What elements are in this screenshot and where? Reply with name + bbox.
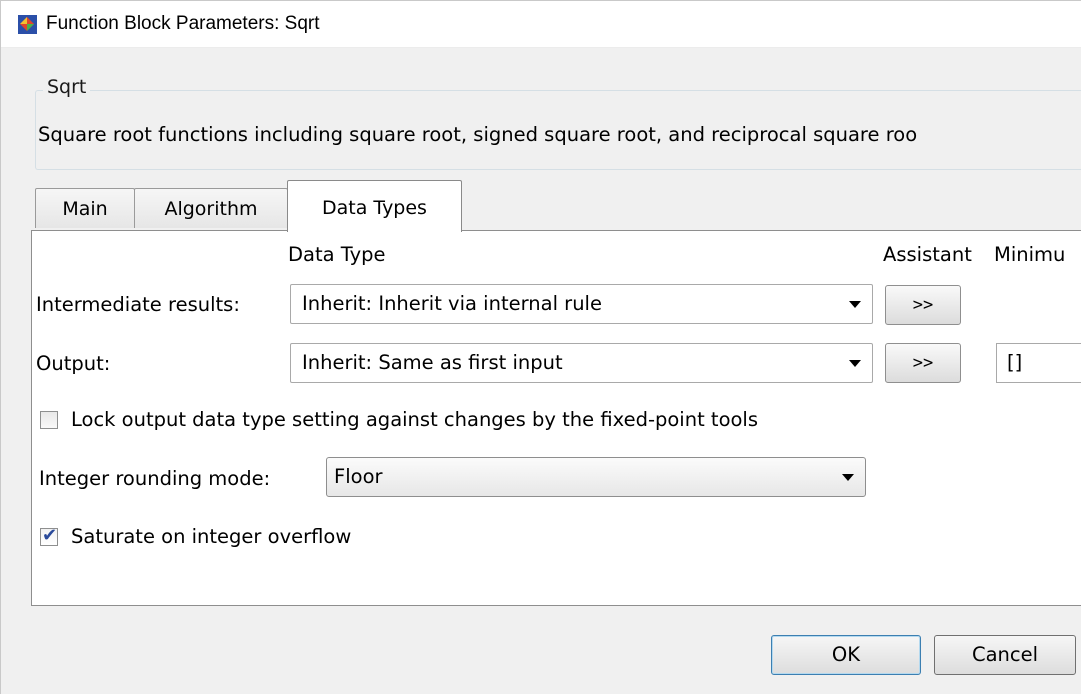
dropdown-arrow-icon [849,301,861,308]
column-header-minimum: Minimu [994,243,1066,266]
tab-data-types[interactable]: Data Types [287,180,462,232]
output-minimum-input[interactable]: [] [996,343,1081,383]
block-name-label: Sqrt [43,75,91,99]
intermediate-results-data-type-dropdown[interactable]: Inherit: Inherit via internal rule [290,284,873,324]
block-description: Square root functions including square r… [38,123,918,146]
column-header-assistant: Assistant [883,243,972,266]
saturate-checkbox[interactable]: ✔ [40,525,58,546]
window-title: Function Block Parameters: Sqrt [46,13,320,34]
intermediate-results-assistant-button[interactable]: >> [885,285,961,325]
output-value: Inherit: Same as first input [302,351,563,374]
ok-button[interactable]: OK [771,635,921,675]
dropdown-arrow-icon [849,360,861,367]
integer-rounding-mode-label: Integer rounding mode: [39,467,271,490]
integer-rounding-mode-dropdown[interactable]: Floor [326,457,866,497]
saturate-label: Saturate on integer overflow [71,525,352,548]
output-assistant-button[interactable]: >> [885,343,961,383]
output-data-type-dropdown[interactable]: Inherit: Same as first input [290,343,873,383]
title-bar: Function Block Parameters: Sqrt [1,1,1081,48]
output-minimum-value: [] [1007,351,1023,374]
dialog-window: Function Block Parameters: Sqrt Sqrt Squ… [0,0,1081,694]
intermediate-results-label: Intermediate results: [36,293,240,316]
tab-algorithm[interactable]: Algorithm [134,188,288,228]
lock-output-checkbox[interactable] [40,411,58,429]
lock-output-label: Lock output data type setting against ch… [71,408,759,431]
cancel-button[interactable]: Cancel [934,635,1076,675]
simulink-block-icon [18,15,37,34]
column-header-data-type: Data Type [288,243,386,266]
checkmark-icon: ✔ [42,525,58,546]
dropdown-arrow-icon [842,474,854,481]
tab-main[interactable]: Main [35,188,135,228]
output-label: Output: [36,352,111,375]
integer-rounding-mode-value: Floor [334,465,383,488]
intermediate-results-value: Inherit: Inherit via internal rule [302,292,602,315]
